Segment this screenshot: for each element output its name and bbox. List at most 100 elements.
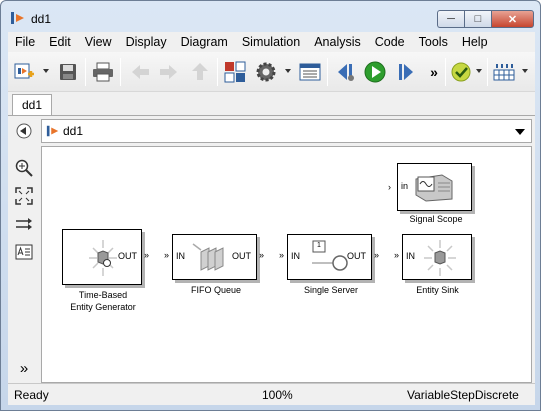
maximize-button[interactable]: □ xyxy=(464,10,491,28)
model-explorer-icon xyxy=(299,63,321,81)
forward-arrow-icon xyxy=(160,65,177,79)
queue-output-arrow: » xyxy=(259,250,265,260)
sink-icon xyxy=(424,240,456,276)
menu-code[interactable]: Code xyxy=(368,32,412,52)
menu-analysis[interactable]: Analysis xyxy=(307,32,368,52)
signal-scope-block[interactable]: in xyxy=(397,163,472,211)
save-button[interactable] xyxy=(56,60,80,84)
step-forward-button[interactable] xyxy=(394,60,418,84)
fit-to-view-button[interactable] xyxy=(14,186,34,206)
back-arrow-icon xyxy=(132,65,149,79)
up-button[interactable] xyxy=(188,60,212,84)
print-button[interactable] xyxy=(91,60,115,84)
left-palette: » xyxy=(8,116,40,384)
scope-input-arrow: › xyxy=(388,182,391,192)
save-icon xyxy=(60,64,76,80)
generator-label-line2: Entity Generator xyxy=(70,302,136,312)
sink-in-port: IN xyxy=(406,251,415,261)
minimize-button[interactable]: ─ xyxy=(437,10,464,28)
menu-file[interactable]: File xyxy=(8,32,42,52)
new-model-button[interactable] xyxy=(12,60,36,84)
library-browser-button[interactable] xyxy=(223,60,247,84)
annotation-button[interactable] xyxy=(14,242,34,262)
menu-help[interactable]: Help xyxy=(455,32,495,52)
status-text: Ready xyxy=(14,388,49,402)
single-server-label: Single Server xyxy=(303,285,359,295)
menu-tools[interactable]: Tools xyxy=(412,32,455,52)
gear-icon xyxy=(256,62,276,82)
step-back-icon xyxy=(338,64,354,81)
forward-button[interactable] xyxy=(156,60,180,84)
address-path: dd1 xyxy=(63,124,84,138)
maximize-icon: □ xyxy=(474,13,482,25)
model-canvas[interactable]: in › Signal Scope OUT » Time-Based Entit… xyxy=(41,146,532,383)
more-tools-button[interactable]: » xyxy=(422,60,446,84)
route-lines-button[interactable] xyxy=(14,214,34,234)
single-server-block[interactable]: IN 1 OUT xyxy=(287,234,372,280)
run-button[interactable] xyxy=(363,60,387,84)
scope-in-port: in xyxy=(401,181,409,191)
server-input-arrow: » xyxy=(279,250,285,260)
address-dropdown-icon[interactable] xyxy=(515,129,525,135)
signal-scope-label: Signal Scope xyxy=(409,214,463,224)
tab-dd1[interactable]: dd1 xyxy=(12,94,52,116)
server-in-port: IN xyxy=(291,251,300,261)
menu-edit[interactable]: Edit xyxy=(42,32,78,52)
library-browser-icon xyxy=(224,61,246,83)
entity-sink-block[interactable]: IN xyxy=(402,234,472,280)
fit-view-icon xyxy=(15,187,33,205)
queue-out-port: OUT xyxy=(232,251,251,261)
step-back-button[interactable] xyxy=(334,60,358,84)
tab-strip: dd1 xyxy=(8,92,535,116)
menu-diagram[interactable]: Diagram xyxy=(174,32,235,52)
toolbar: » xyxy=(8,52,535,92)
status-bar: Ready 100% VariableStepDiscrete xyxy=(8,383,535,405)
minimize-icon: ─ xyxy=(447,13,455,25)
double-chevron-icon: » xyxy=(19,359,29,377)
menu-simulation[interactable]: Simulation xyxy=(235,32,307,52)
expand-palette-button[interactable]: » xyxy=(14,358,34,378)
model-icon xyxy=(46,125,59,137)
fifo-queue-block[interactable]: IN OUT xyxy=(172,234,257,280)
address-bar[interactable]: dd1 xyxy=(41,119,532,143)
editor-area: » dd1 in › Signal Scope OUT » Time-Based… xyxy=(8,115,535,384)
generator-out-port: OUT xyxy=(118,251,137,261)
hide-explorer-button[interactable] xyxy=(14,121,34,141)
step-forward-icon xyxy=(399,64,413,80)
zoom-in-icon xyxy=(15,159,33,177)
advisor-dropdown-icon[interactable] xyxy=(476,69,482,73)
grid-icon xyxy=(493,64,515,81)
print-icon xyxy=(93,62,113,82)
zoom-button[interactable] xyxy=(14,158,34,178)
new-model-icon xyxy=(14,63,34,79)
fifo-queue-label: FIFO Queue xyxy=(190,285,242,295)
model-icon xyxy=(11,12,24,24)
generator-icon xyxy=(89,240,117,276)
server-output-arrow: » xyxy=(374,250,380,260)
queue-input-arrow: » xyxy=(164,250,170,260)
double-chevron-icon: » xyxy=(430,64,438,80)
title-bar: dd1 ─ □ ✕ xyxy=(1,1,540,33)
display-dropdown-icon[interactable] xyxy=(522,69,528,73)
run-icon xyxy=(364,61,386,83)
data-display-button[interactable] xyxy=(492,60,516,84)
solver-name: VariableStepDiscrete xyxy=(407,388,519,402)
check-icon xyxy=(451,62,471,82)
close-icon: ✕ xyxy=(507,13,518,26)
menu-view[interactable]: View xyxy=(78,32,119,52)
queue-in-port: IN xyxy=(176,251,185,261)
window-title: dd1 xyxy=(31,12,52,26)
config-dropdown-icon[interactable] xyxy=(285,69,291,73)
up-arrow-icon xyxy=(192,63,208,80)
menu-display[interactable]: Display xyxy=(119,32,174,52)
queue-icon xyxy=(192,243,224,271)
model-config-button[interactable] xyxy=(254,60,278,84)
menu-bar: File Edit View Display Diagram Simulatio… xyxy=(8,32,535,52)
close-button[interactable]: ✕ xyxy=(491,10,534,28)
back-button[interactable] xyxy=(129,60,153,84)
new-dropdown-icon[interactable] xyxy=(43,69,49,73)
model-explorer-button[interactable] xyxy=(298,60,322,84)
server-out-port: OUT xyxy=(347,251,366,261)
entity-generator-block[interactable]: OUT xyxy=(62,229,142,285)
model-advisor-button[interactable] xyxy=(449,60,473,84)
